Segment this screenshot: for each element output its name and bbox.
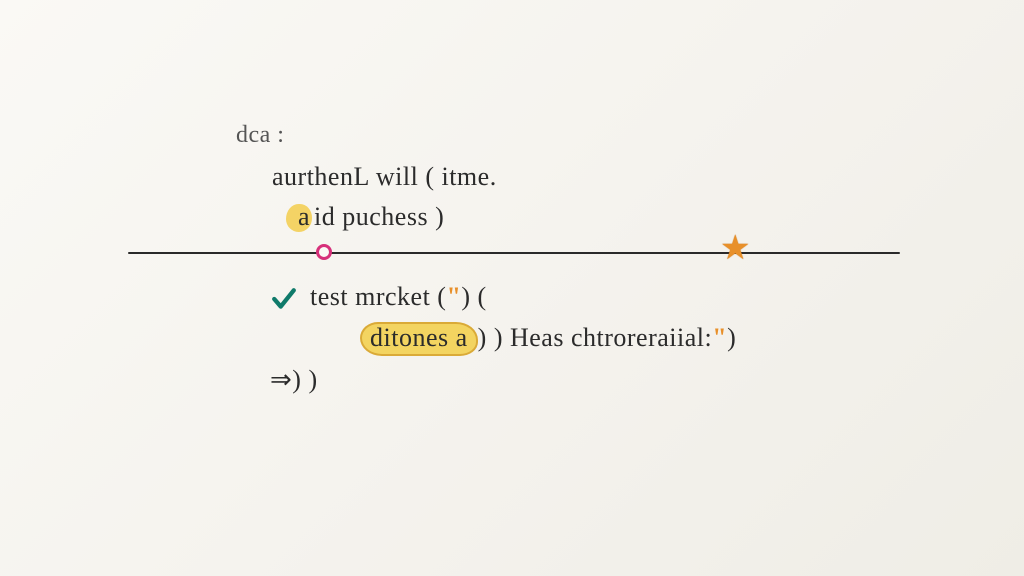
whiteboard-sketch: dca : aurthenL will ( itme. a id puchess… bbox=[0, 0, 1024, 576]
code-line-4-pre: test mrcket ( bbox=[310, 282, 446, 311]
code-line-3b: id puchess ) bbox=[314, 202, 444, 231]
quote-accent-1: " bbox=[446, 282, 461, 311]
code-line-4: test mrcket (") ( bbox=[310, 282, 487, 312]
code-line-6: ⇒) ) bbox=[270, 365, 318, 395]
code-line-4-post: ) ( bbox=[461, 282, 486, 311]
code-line-3a: a bbox=[298, 202, 310, 231]
highlight-blob-icon: a bbox=[290, 202, 314, 232]
checkmark-icon bbox=[271, 286, 297, 312]
code-line-5-mid: ) ) Heas chtroreraiial: bbox=[478, 323, 713, 352]
code-line-5-hl: ditones a bbox=[370, 323, 468, 352]
circle-marker-icon bbox=[316, 244, 332, 260]
star-icon: ★ bbox=[720, 232, 750, 266]
code-line-3: a id puchess ) bbox=[290, 202, 444, 232]
horizontal-rule bbox=[128, 252, 900, 254]
highlight-pill-icon: ditones a bbox=[360, 322, 478, 356]
code-line-1: dca : bbox=[236, 122, 284, 149]
code-line-2: aurthenL will ( itme. bbox=[272, 162, 497, 192]
code-line-5-end: ) bbox=[727, 323, 736, 352]
quote-accent-2: " bbox=[712, 323, 727, 352]
code-line-5: ditones a ) ) Heas chtroreraiial:") bbox=[360, 322, 736, 356]
